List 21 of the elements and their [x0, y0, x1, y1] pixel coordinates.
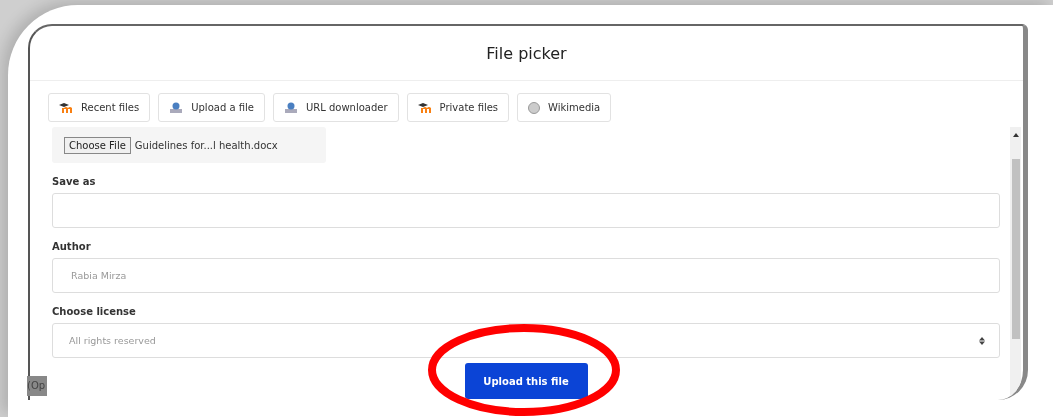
repository-tab[interactable]: Upload a file: [158, 93, 265, 122]
moodle-hat-icon: [417, 102, 432, 113]
text-field[interactable]: [52, 193, 1000, 228]
choose-file-button[interactable]: Choose File: [64, 136, 131, 154]
background-text: (Op: [27, 376, 47, 396]
upload-tray-icon: [169, 102, 184, 113]
select-arrows-icon: [979, 336, 985, 345]
field-label: Choose license: [52, 306, 137, 317]
field-label: Author: [52, 241, 92, 252]
globe-icon: [528, 101, 541, 114]
dialog-title: File picker: [486, 43, 567, 63]
moodle-hat-icon: [59, 102, 73, 113]
repository-tab[interactable]: Private files: [406, 93, 510, 122]
file-name: Guidelines for...l health.docx: [134, 139, 278, 151]
upload-button[interactable]: Upload this file: [464, 363, 588, 399]
field-label: Save as: [52, 176, 97, 187]
repository-tab[interactable]: URL downloader: [272, 93, 399, 122]
repository-tab[interactable]: Wikimedia: [517, 93, 612, 122]
upload-tray-icon: [283, 102, 298, 113]
scroll-up-icon: [1012, 133, 1019, 137]
repository-tab[interactable]: Recent files: [48, 93, 151, 122]
